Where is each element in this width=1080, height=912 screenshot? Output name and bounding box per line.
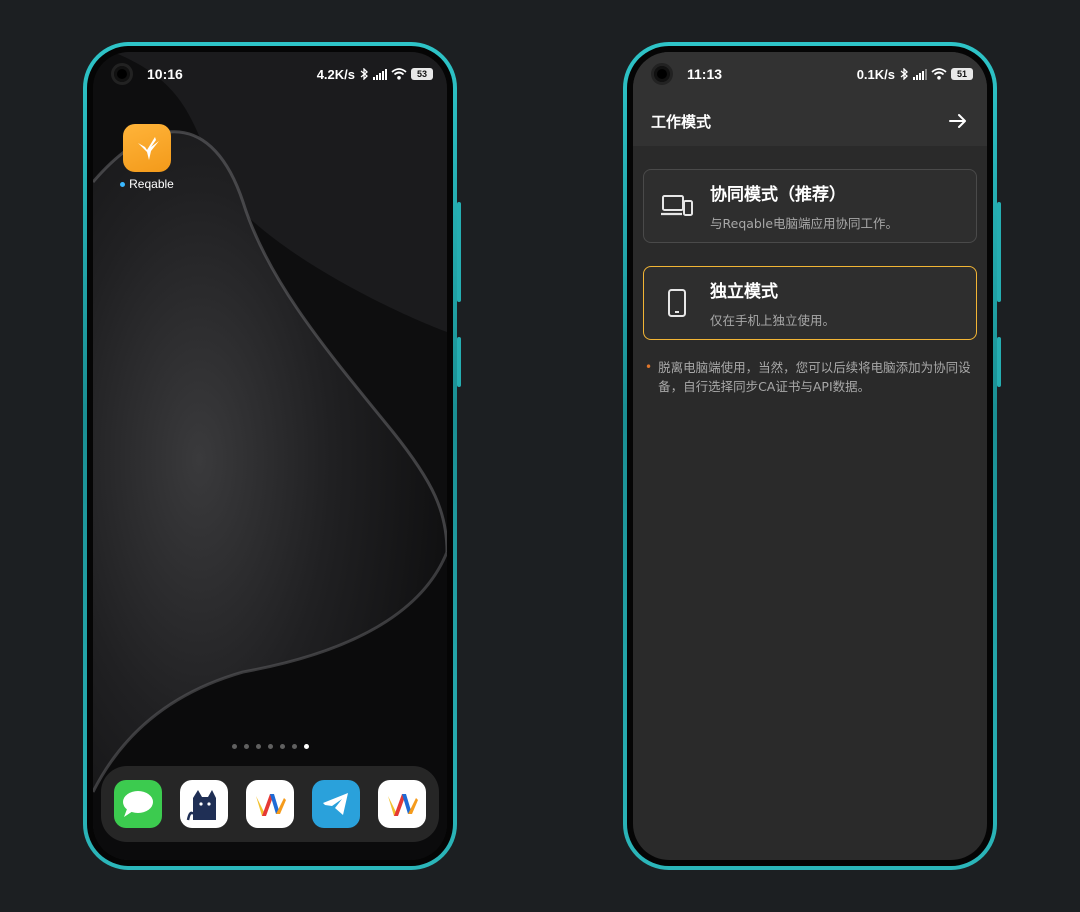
work-mode-screen: 11:13 0.1K/s 51 工作模式 协同模式（推荐） 与Reqable电脑…: [633, 52, 987, 860]
battery-icon: 51: [951, 68, 973, 80]
note-text: 脱离电脑端使用，当然，您可以后续将电脑添加为协同设备，自行选择同步CA证书与AP…: [658, 360, 971, 394]
app-label: Reqable: [120, 177, 174, 191]
wifi-icon: [391, 68, 407, 80]
wifi-icon: [931, 68, 947, 80]
volume-button: [997, 202, 1001, 302]
network-speed: 0.1K/s: [856, 66, 895, 82]
mode-description: 与Reqable电脑端应用协同工作。: [710, 216, 899, 231]
network-speed: 4.2K/s: [316, 66, 355, 82]
mode-note: • 脱离电脑端使用，当然，您可以后续将电脑添加为协同设备，自行选择同步CA证书与…: [645, 358, 977, 396]
devices-icon: [660, 189, 694, 223]
bluetooth-icon: [900, 68, 908, 80]
mode-title: 独立模式: [710, 282, 778, 302]
camera-cutout: [651, 63, 673, 85]
phone-icon: [660, 286, 694, 320]
signal-icon: [373, 68, 387, 80]
page-dot: [231, 744, 237, 749]
page-title: 工作模式: [651, 112, 712, 131]
camera-cutout: [111, 63, 133, 85]
mode-description: 仅在手机上独立使用。: [710, 313, 836, 328]
status-time: 10:16: [147, 66, 183, 82]
right-phone-bezel: 11:13 0.1K/s 51 工作模式 协同模式（推荐） 与Reqable电脑…: [627, 46, 993, 866]
mode-title: 协同模式（推荐）: [710, 185, 846, 205]
page-dot: [255, 744, 261, 749]
v-logo-icon[interactable]: [378, 780, 426, 828]
status-bar: 10:16 4.2K/s 53: [93, 52, 447, 96]
right-phone: 11:13 0.1K/s 51 工作模式 协同模式（推荐） 与Reqable电脑…: [623, 42, 1001, 870]
mode-card-collaborative[interactable]: 协同模式（推荐） 与Reqable电脑端应用协同工作。: [643, 169, 977, 243]
messages-icon[interactable]: [114, 780, 162, 828]
app-label-text: Reqable: [129, 177, 174, 191]
left-phone-bezel: 10:16 4.2K/s 53 Reqable: [87, 46, 453, 866]
new-install-dot: [120, 181, 126, 187]
signal-icon: [913, 68, 927, 80]
status-bar: 11:13 0.1K/s 51: [633, 52, 987, 96]
volume-button: [457, 202, 461, 302]
telegram-icon[interactable]: [312, 780, 360, 828]
left-phone: 10:16 4.2K/s 53 Reqable: [83, 42, 461, 870]
page-dot: [267, 744, 273, 749]
battery-icon: 53: [411, 68, 433, 80]
page-dot: [279, 744, 285, 749]
bluetooth-icon: [360, 68, 368, 80]
power-button: [997, 337, 1001, 387]
mode-card-standalone[interactable]: 独立模式 仅在手机上独立使用。: [643, 266, 977, 340]
arrow-right-icon[interactable]: [947, 110, 969, 132]
v-logo-icon[interactable]: [246, 780, 294, 828]
page-dot: [291, 744, 297, 749]
page-dot-active: [303, 744, 309, 749]
page-indicator[interactable]: [93, 744, 447, 749]
note-bullet: •: [645, 360, 653, 374]
status-time: 11:13: [687, 66, 723, 82]
home-screen: 10:16 4.2K/s 53 Reqable: [93, 52, 447, 860]
page-dot: [243, 744, 249, 749]
hummingbird-icon: [123, 124, 171, 172]
cat-app-icon[interactable]: [180, 780, 228, 828]
power-button: [457, 337, 461, 387]
app-bar: 工作模式: [633, 96, 987, 146]
dock: [101, 766, 439, 842]
reqable-app-shortcut[interactable]: Reqable: [117, 124, 177, 191]
